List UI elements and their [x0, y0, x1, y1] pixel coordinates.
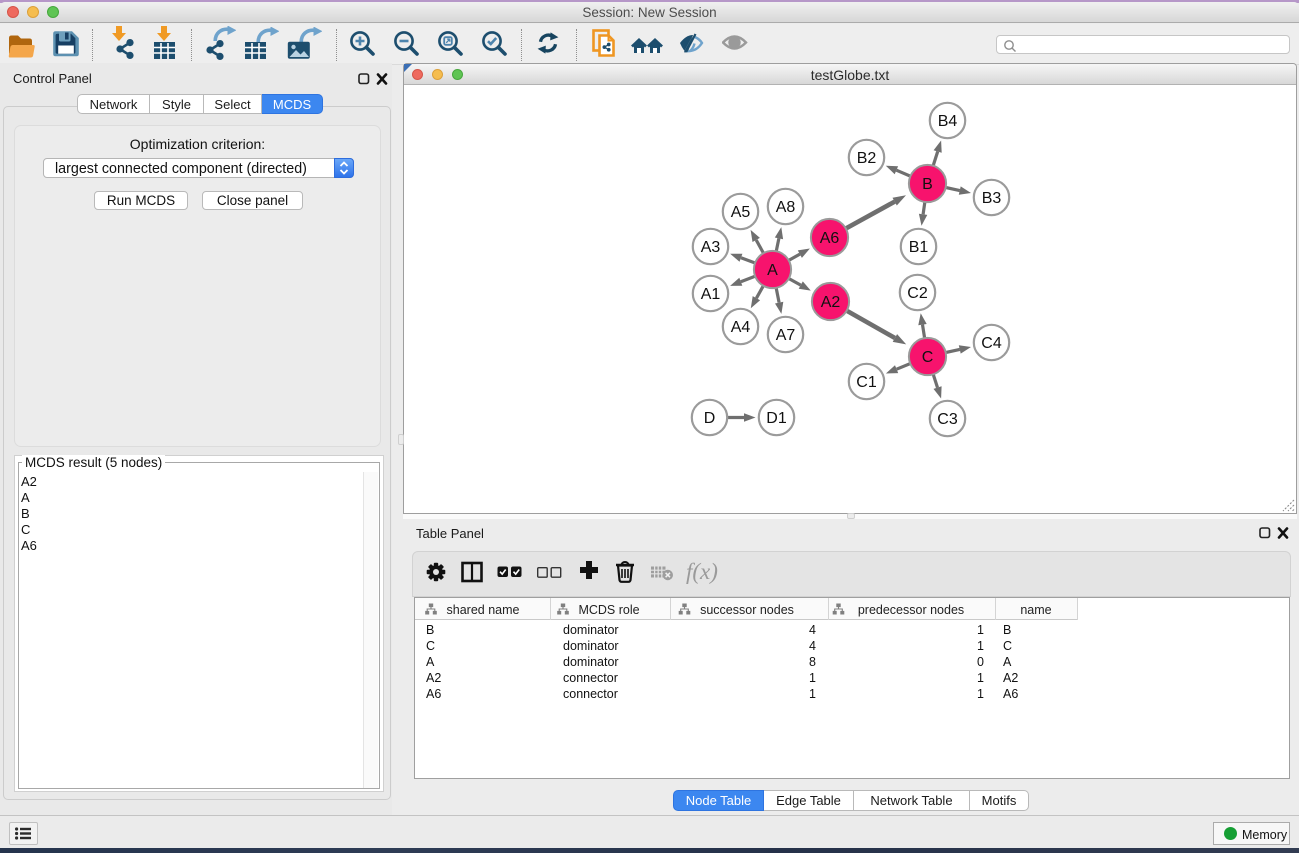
svg-text:f(x): f(x): [686, 559, 718, 584]
